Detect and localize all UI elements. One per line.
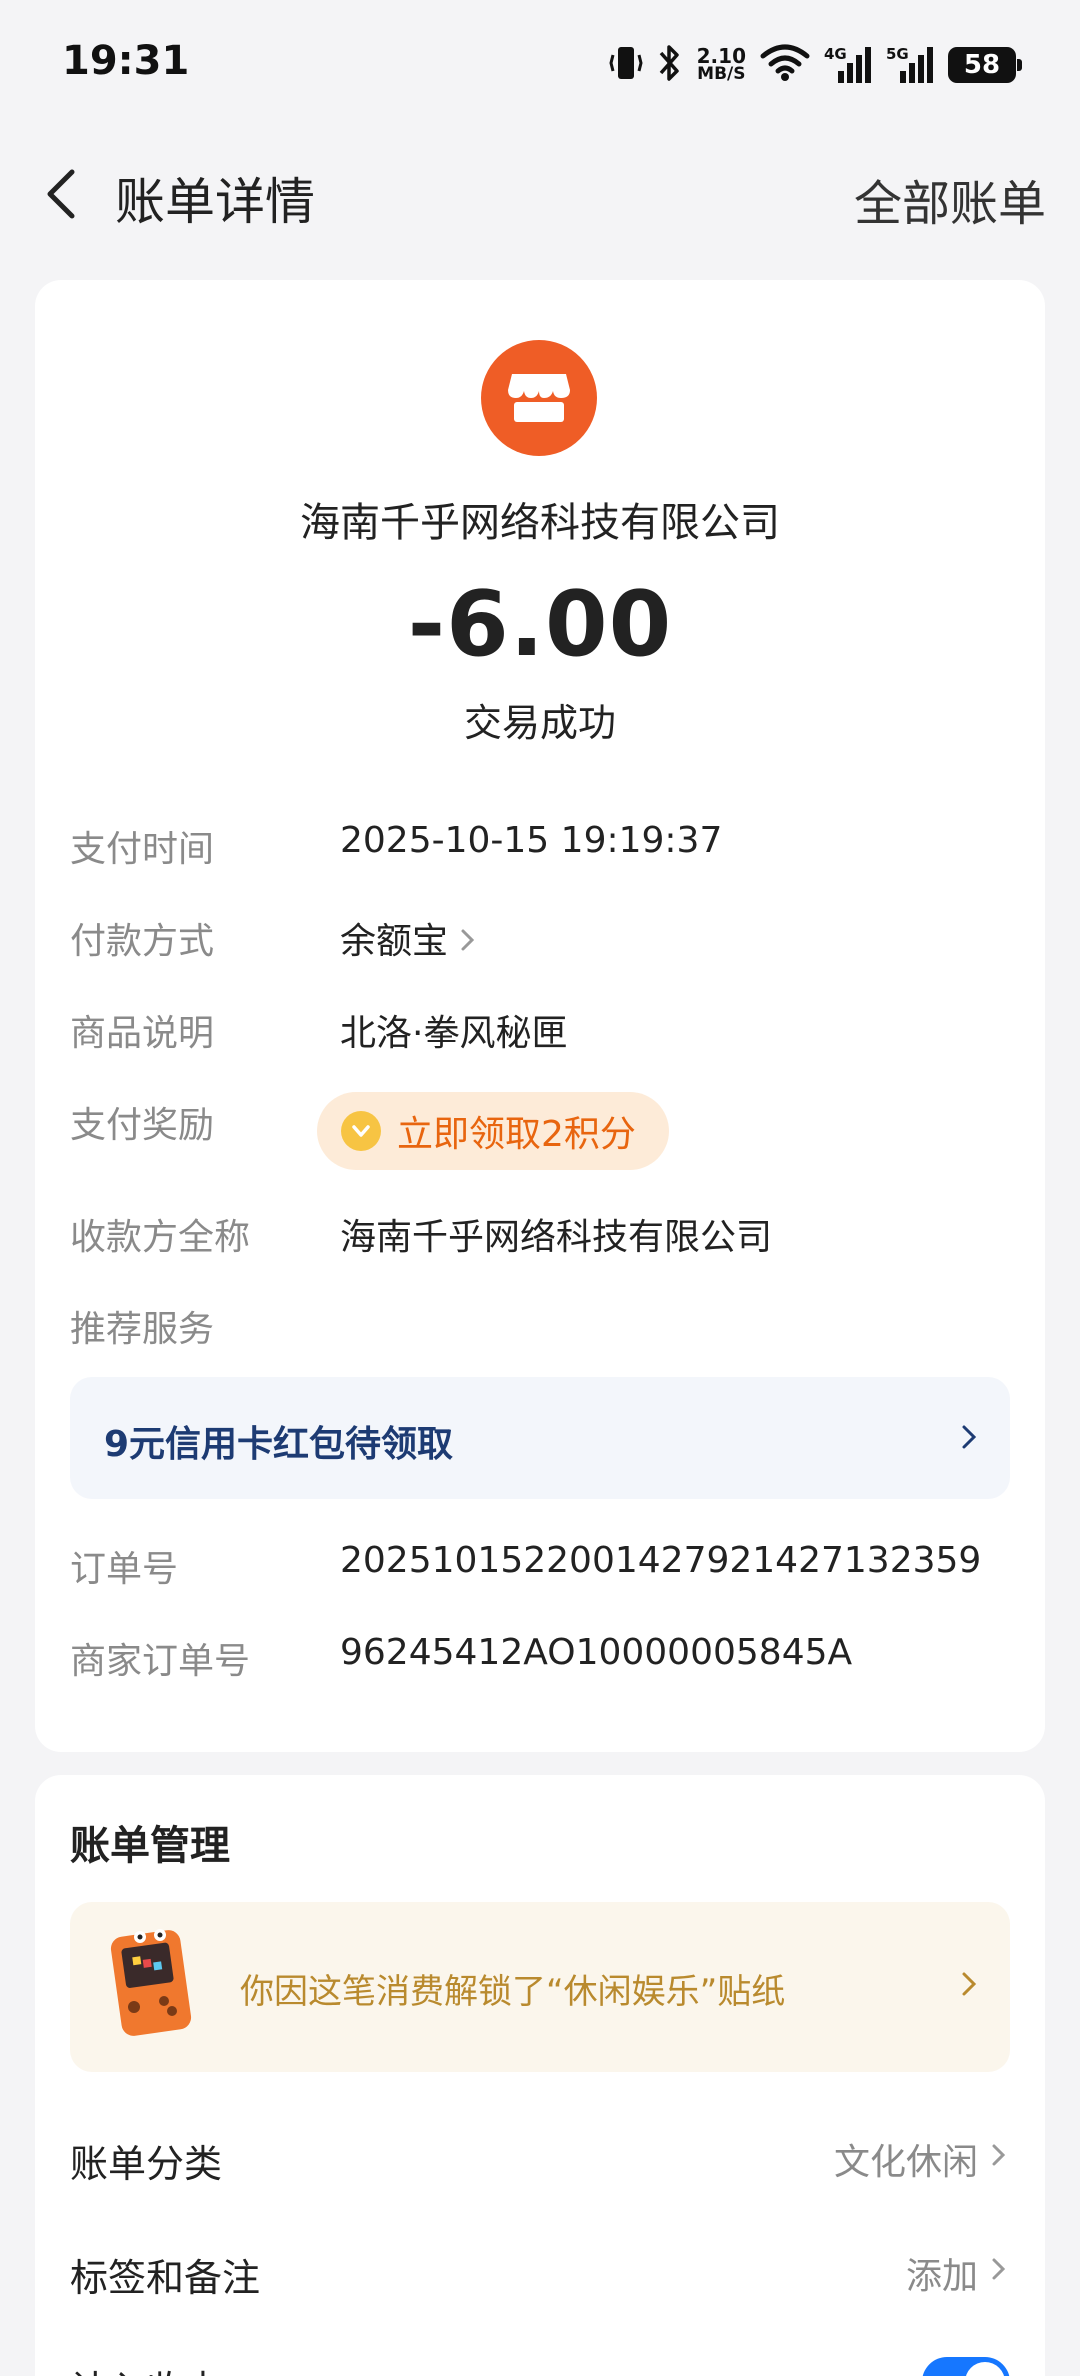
bluetooth-icon — [657, 43, 683, 87]
category-selector[interactable]: 文化休闲 — [834, 2133, 1010, 2185]
promo-text: 9元信用卡红包待领取 — [104, 1424, 454, 1465]
network-speed-value: 2.10 — [696, 44, 746, 68]
chevron-right-icon — [458, 923, 478, 964]
recommend-label: 推荐服务 — [70, 1309, 215, 1350]
goods-label: 商品说明 — [70, 1013, 215, 1054]
payee-label: 收款方全称 — [70, 1217, 251, 1258]
status-icons: 2.10 MB/S 4G 5G 58 — [609, 40, 1022, 90]
back-arrow-icon[interactable] — [34, 164, 94, 224]
claim-points-label: 立即领取2积分 — [397, 1114, 636, 1155]
pay-time-value: 2025-10-15 19:19:37 — [340, 820, 723, 861]
sticker-banner[interactable]: 你因这笔消费解锁了“休闲娱乐”贴纸 — [70, 1902, 1010, 2072]
pay-method-value: 余额宝 — [340, 921, 449, 962]
order-no-label: 订单号 — [70, 1549, 179, 1590]
reward-label: 支付奖励 — [70, 1105, 215, 1146]
order-no-value[interactable]: 2025101522001427921427132359 — [340, 1540, 981, 1581]
transaction-amount: -6.00 — [407, 572, 673, 677]
battery-icon: 58 — [948, 47, 1022, 83]
signal-4g-icon: 4G — [824, 45, 872, 85]
status-bar: 19:31 2.10 MB/S 4G 5G 58 — [0, 0, 1080, 120]
goods-value: 北洛·拳风秘匣 — [340, 1013, 568, 1054]
section-title: 账单管理 — [70, 1823, 230, 1869]
page-title: 账单详情 — [115, 173, 315, 231]
bill-management-card: 账单管理 你因这笔消费解锁了“休闲娱乐”贴纸 账单分类 文化休闲 标签和备注 添… — [35, 1775, 1045, 2376]
pay-time-label: 支付时间 — [70, 829, 215, 870]
credit-card-promo[interactable]: 9元信用卡红包待领取 — [70, 1377, 1010, 1499]
vibrate-icon — [609, 43, 643, 87]
include-in-stats-toggle[interactable] — [922, 2357, 1010, 2376]
network-speed: 2.10 MB/S — [696, 44, 746, 84]
category-value: 文化休闲 — [833, 2142, 978, 2183]
game-console-sticker-icon — [110, 1927, 192, 2039]
all-bills-link[interactable]: 全部账单 — [854, 164, 1046, 234]
pay-method-link[interactable]: 余额宝 — [340, 912, 478, 964]
wifi-icon — [760, 44, 810, 86]
claim-points-button[interactable]: 立即领取2积分 — [317, 1092, 669, 1170]
transaction-status: 交易成功 — [463, 701, 616, 745]
signal-5g-icon: 5G — [886, 45, 934, 85]
battery-level: 58 — [963, 50, 1001, 80]
bill-detail-card: 海南千乎网络科技有限公司 -6.00 交易成功 支付时间 2025-10-15 … — [35, 280, 1045, 1752]
store-icon — [481, 340, 597, 456]
tags-notes-label: 标签和备注 — [70, 2256, 261, 2300]
merchant-name: 海南千乎网络科技有限公司 — [300, 500, 780, 546]
header: 账单详情 全部账单 — [0, 140, 1080, 250]
network-speed-unit: MB/S — [697, 64, 746, 84]
chevron-right-icon — [958, 1966, 980, 2006]
merchant-order-value[interactable]: 96245412AO10000005845A — [340, 1632, 852, 1673]
status-time: 19:31 — [62, 38, 190, 84]
add-tags-value: 添加 — [905, 2256, 978, 2297]
include-in-stats-label: 计入收支 — [70, 2359, 222, 2376]
payee-value: 海南千乎网络科技有限公司 — [340, 1217, 773, 1258]
merchant-order-label: 商家订单号 — [70, 1641, 251, 1682]
sticker-text: 你因这笔消费解锁了“休闲娱乐”贴纸 — [240, 1972, 786, 2012]
category-label: 账单分类 — [70, 2142, 223, 2186]
chevron-right-icon — [958, 1419, 980, 1459]
add-tags-button[interactable]: 添加 — [906, 2247, 1010, 2299]
chevron-right-icon — [988, 2138, 1010, 2181]
chevron-right-icon — [988, 2252, 1010, 2295]
pay-method-label: 付款方式 — [70, 921, 215, 962]
points-coin-icon — [341, 1111, 381, 1151]
